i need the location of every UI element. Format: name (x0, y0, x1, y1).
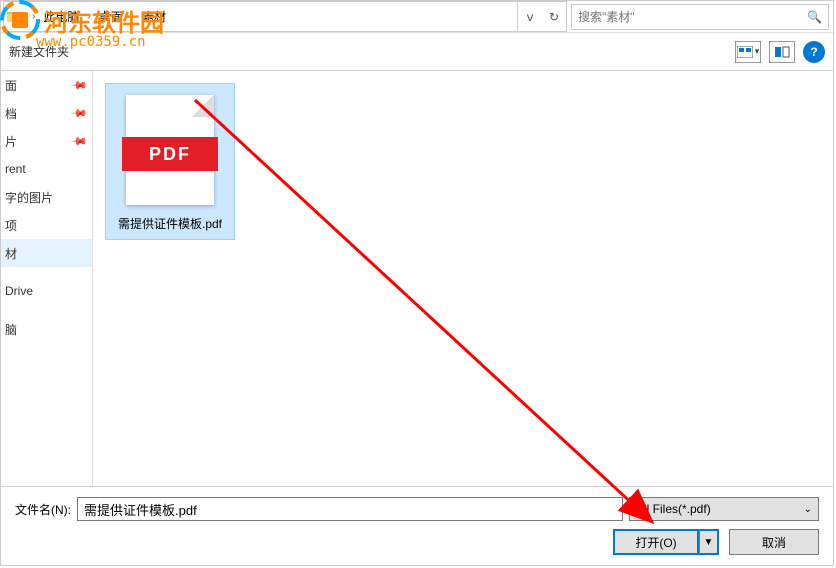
pdf-file-icon: PDF (126, 95, 214, 205)
view-details-button[interactable] (769, 41, 795, 63)
open-dropdown-button[interactable]: ▼ (699, 529, 719, 555)
pin-icon: 📌 (70, 132, 89, 151)
sidebar-item[interactable]: 项 (1, 211, 92, 239)
pin-icon: 📌 (70, 104, 89, 123)
view-large-icons-button[interactable]: ▾ (735, 41, 761, 63)
bottom-bar: 文件名(N): All Files(*.pdf) ⌄ 打开(O) ▼ 取消 (1, 486, 833, 565)
search-box[interactable]: 🔍 (571, 4, 829, 30)
file-list[interactable]: PDF 需提供证件模板.pdf (93, 71, 833, 486)
sidebar-item[interactable]: 脑 (1, 315, 92, 343)
search-icon[interactable]: 🔍 (807, 10, 822, 24)
sidebar: 面📌 档📌 片📌 rent 字的图片 项 材 Drive 脑 (1, 71, 93, 486)
filename-input[interactable] (77, 497, 623, 521)
pin-icon: 📌 (70, 76, 89, 95)
sidebar-item-selected[interactable]: 材 (1, 239, 92, 267)
sidebar-item[interactable]: 字的图片 (1, 183, 92, 211)
cancel-button[interactable]: 取消 (729, 529, 819, 555)
sidebar-item[interactable]: Drive (1, 277, 92, 305)
file-tile-selected[interactable]: PDF 需提供证件模板.pdf (105, 83, 235, 240)
search-input[interactable] (578, 10, 807, 24)
file-name-label: 需提供证件模板.pdf (112, 216, 228, 233)
sidebar-item[interactable]: 面📌 (1, 71, 92, 99)
watermark-url: www.pc0359.cn (36, 34, 146, 50)
open-button[interactable]: 打开(O) (613, 529, 699, 555)
chevron-down-icon: ▼ (704, 537, 714, 548)
file-type-filter[interactable]: All Files(*.pdf) ⌄ (629, 497, 819, 521)
help-button[interactable]: ? (803, 41, 825, 63)
sidebar-item[interactable]: rent (1, 155, 92, 183)
refresh-button[interactable]: ↻ (542, 2, 566, 31)
sidebar-item[interactable]: 片📌 (1, 127, 92, 155)
dropdown-history-button[interactable]: ⅴ (518, 2, 542, 31)
sidebar-item[interactable]: 档📌 (1, 99, 92, 127)
filename-label: 文件名(N): (15, 501, 71, 518)
chevron-down-icon: ⌄ (804, 504, 812, 515)
